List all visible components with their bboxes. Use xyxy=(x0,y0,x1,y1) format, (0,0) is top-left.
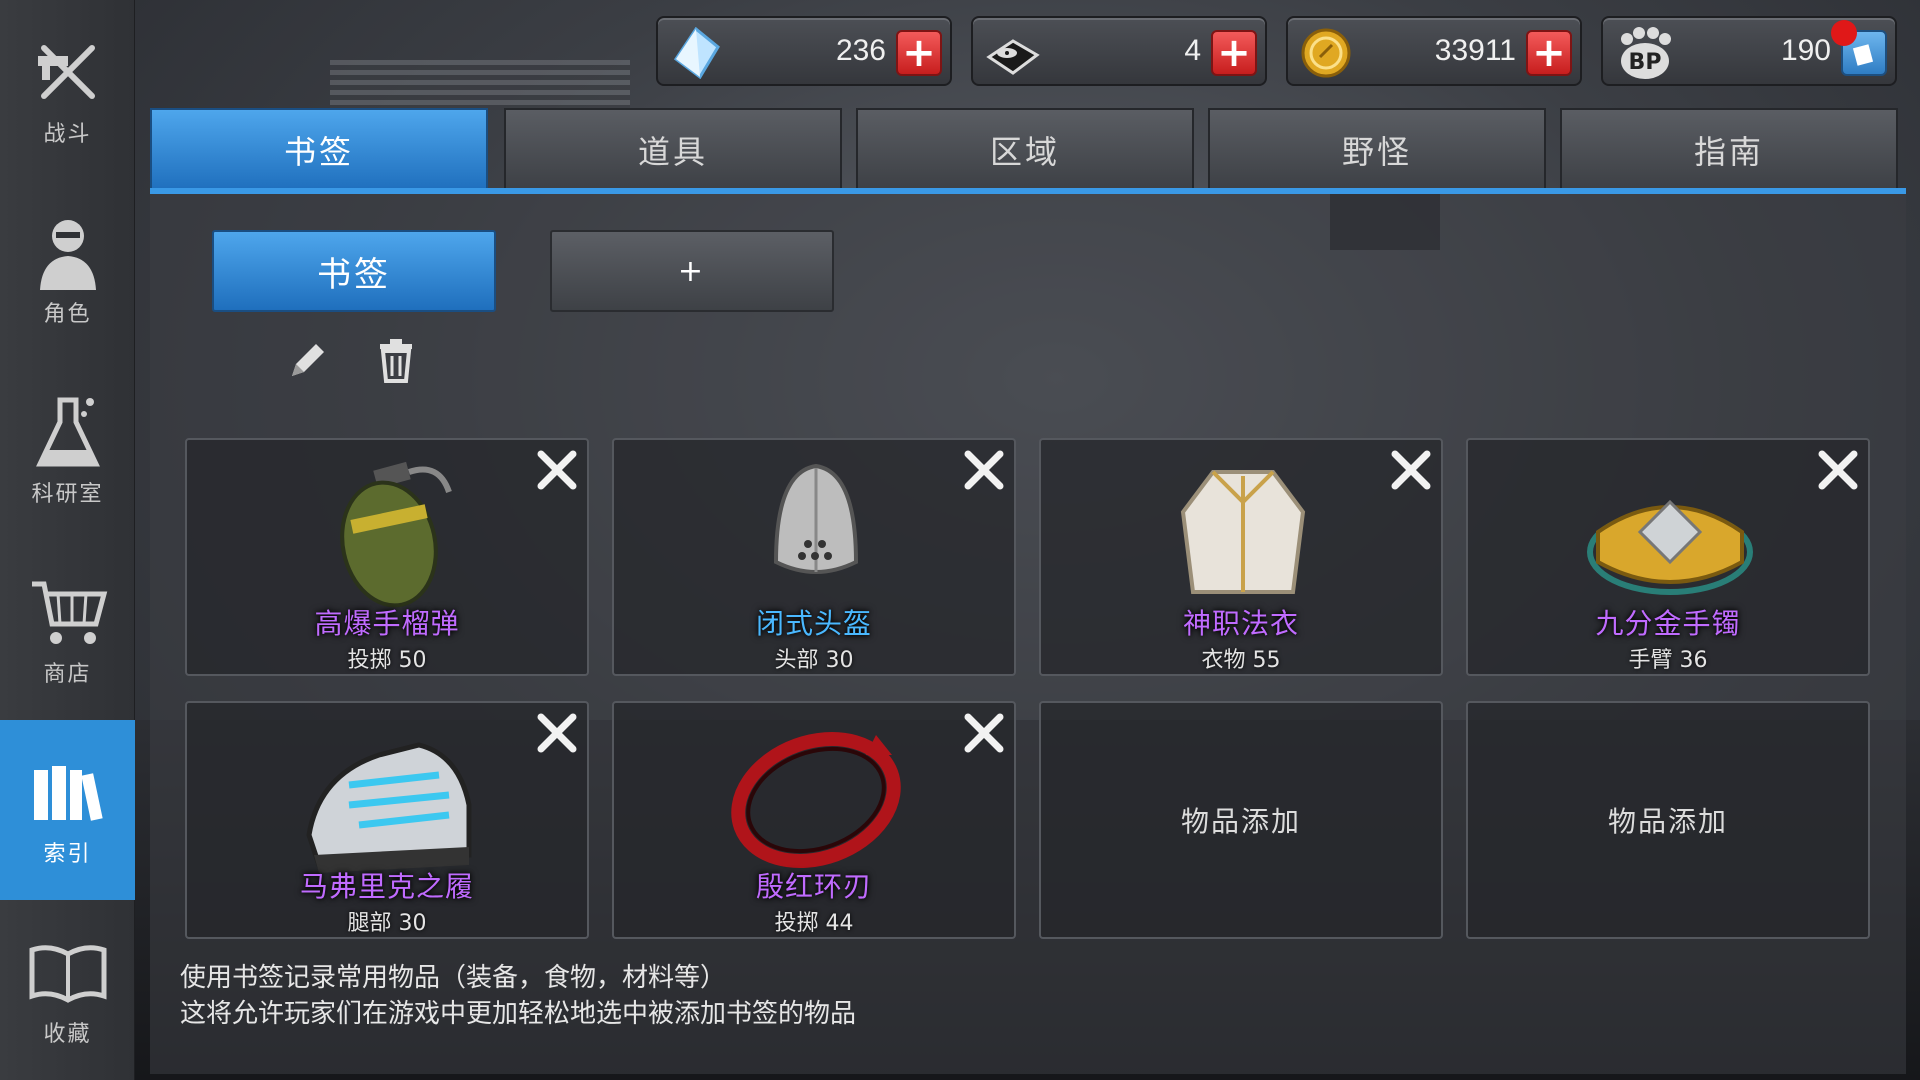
currency-crystal: 236 + xyxy=(656,16,952,86)
delete-trash-icon[interactable] xyxy=(372,336,420,384)
tab-zones[interactable]: 区域 xyxy=(856,108,1194,190)
bookmark-slot[interactable]: 九分金手镯 手臂 36 xyxy=(1466,438,1870,676)
help-line-1: 使用书签记录常用物品（装备，食物，材料等） xyxy=(180,963,727,993)
sidebar-item-shop[interactable]: 商店 xyxy=(0,540,135,720)
remove-bookmark-close-icon[interactable] xyxy=(533,709,581,757)
item-name: 闭式头盔 xyxy=(755,607,872,640)
sidebar-item-label: 收藏 xyxy=(43,1022,92,1047)
shopping-cart-icon xyxy=(28,572,108,652)
main-tabs: 书签 道具 区域 野怪 指南 xyxy=(150,106,1906,192)
item-name: 神职法衣 xyxy=(1182,607,1299,640)
index-books-icon xyxy=(28,752,108,832)
tab-guide[interactable]: 指南 xyxy=(1560,108,1898,190)
bookmark-slot[interactable]: 闭式头盔 头部 30 xyxy=(612,438,1016,676)
bracelet-icon xyxy=(1570,452,1770,622)
combat-icon xyxy=(28,32,108,112)
item-stat: 投掷 50 xyxy=(347,648,427,673)
sneaker-icon xyxy=(289,715,489,885)
helmet-icon xyxy=(716,452,916,622)
sidebar-item-label: 索引 xyxy=(43,842,92,867)
bookmark-slot[interactable]: 殷红环刃 投掷 44 xyxy=(612,701,1016,939)
sidebar-item-combat[interactable]: 战斗 xyxy=(0,0,135,180)
item-name: 马弗里克之履 xyxy=(299,870,474,903)
disk-icon xyxy=(985,27,1040,79)
svg-text:BP: BP xyxy=(1629,50,1662,75)
remove-bookmark-close-icon[interactable] xyxy=(533,446,581,494)
remove-bookmark-close-icon[interactable] xyxy=(1387,446,1435,494)
item-name: 高爆手榴弹 xyxy=(314,607,460,640)
edit-pencil-icon[interactable] xyxy=(284,336,332,384)
remove-bookmark-close-icon[interactable] xyxy=(960,709,1008,757)
sidebar-item-character[interactable]: 角色 xyxy=(0,180,135,360)
item-stat: 腿部 30 xyxy=(347,911,427,936)
add-crystal-button[interactable]: + xyxy=(896,30,942,76)
item-stat: 衣物 55 xyxy=(1201,648,1281,673)
ring-blade-icon xyxy=(716,715,916,885)
currency-value: 236 xyxy=(835,34,886,67)
add-bookmark-group-button[interactable]: + xyxy=(550,230,834,312)
currency-value: 4 xyxy=(1184,34,1201,67)
empty-bookmark-slot[interactable]: 物品添加 xyxy=(1039,701,1443,939)
bp-paw-icon: BP xyxy=(1615,27,1671,79)
sidebar-item-lab[interactable]: 科研室 xyxy=(0,360,135,540)
robe-icon xyxy=(1143,452,1343,622)
tab-monsters[interactable]: 野怪 xyxy=(1208,108,1546,190)
sidebar: 战斗 角色 科研室 商店 索引 收藏 xyxy=(0,0,135,1080)
currency-coin: 33911 + xyxy=(1286,16,1582,86)
tab-items[interactable]: 道具 xyxy=(504,108,842,190)
item-name: 九分金手镯 xyxy=(1595,607,1741,640)
bookmark-slot[interactable]: 马弗里克之履 腿部 30 xyxy=(185,701,589,939)
gold-coin-icon xyxy=(1300,27,1352,79)
sidebar-item-label: 战斗 xyxy=(43,122,92,147)
crystal-icon xyxy=(670,26,722,80)
bookmark-group-tab[interactable]: 书签 xyxy=(212,230,496,312)
bookmark-slot[interactable]: 高爆手榴弹 投掷 50 xyxy=(185,438,589,676)
remove-bookmark-close-icon[interactable] xyxy=(1814,446,1862,494)
lab-flask-icon xyxy=(28,392,108,472)
add-item-label: 物品添加 xyxy=(1180,805,1301,838)
item-stat: 头部 30 xyxy=(774,648,854,673)
currency-value: 190 xyxy=(1780,34,1831,67)
bookmark-slot[interactable]: 神职法衣 衣物 55 xyxy=(1039,438,1443,676)
add-item-label: 物品添加 xyxy=(1607,805,1728,838)
grenade-icon xyxy=(289,452,489,622)
sidebar-item-index[interactable]: 索引 xyxy=(0,720,135,900)
sidebar-item-label: 科研室 xyxy=(31,482,104,507)
item-stat: 投掷 44 xyxy=(774,911,854,936)
empty-bookmark-slot[interactable]: 物品添加 xyxy=(1466,701,1870,939)
sidebar-item-label: 角色 xyxy=(43,302,92,327)
sidebar-item-collection[interactable]: 收藏 xyxy=(0,900,135,1080)
background-ceiling-light xyxy=(330,60,630,110)
help-line-2: 这将允许玩家们在游戏中更加轻松地选中被添加书签的物品 xyxy=(180,999,857,1029)
bookmark-help-text: 使用书签记录常用物品（装备，食物，材料等） 这将允许玩家们在游戏中更加轻松地选中… xyxy=(180,960,1380,1032)
remove-bookmark-close-icon[interactable] xyxy=(960,446,1008,494)
character-icon xyxy=(28,212,108,292)
currency-value: 33911 xyxy=(1434,34,1516,67)
open-book-icon xyxy=(28,932,108,1012)
item-name: 殷红环刃 xyxy=(755,870,872,903)
notification-dot xyxy=(1831,20,1857,46)
item-stat: 手臂 36 xyxy=(1628,648,1708,673)
currency-disk: 4 + xyxy=(971,16,1267,86)
add-coin-button[interactable]: + xyxy=(1526,30,1572,76)
currency-bp: BP 190 xyxy=(1601,16,1897,86)
tab-bookmarks[interactable]: 书签 xyxy=(150,108,488,190)
sidebar-item-label: 商店 xyxy=(43,662,92,687)
add-disk-button[interactable]: + xyxy=(1211,30,1257,76)
